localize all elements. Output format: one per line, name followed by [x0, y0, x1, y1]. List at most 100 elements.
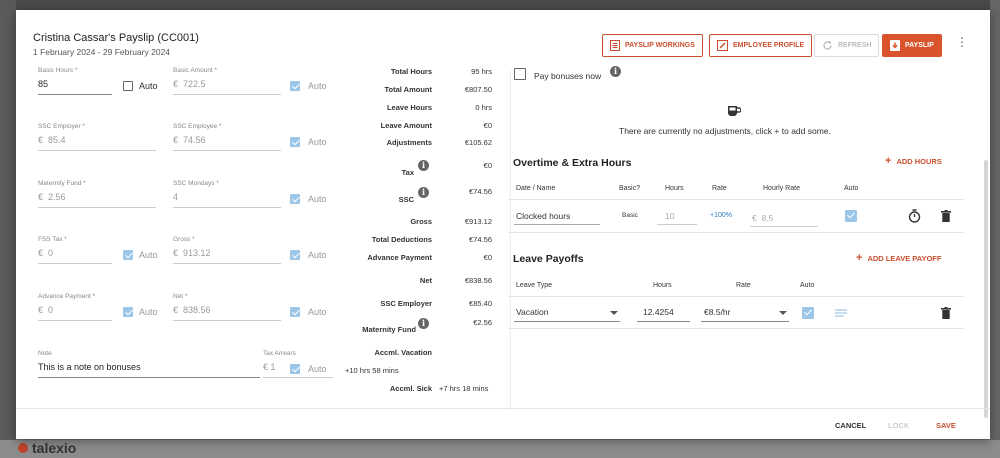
- summary-value: 0 hrs: [475, 103, 492, 112]
- tax-arrears-value: € 1: [263, 362, 276, 372]
- advance-payment-value: € 0: [38, 305, 54, 315]
- field-underline: [38, 94, 112, 95]
- summary-label: Leave Hours: [386, 103, 432, 112]
- summary-value: +10 hrs 58 mins: [345, 366, 399, 375]
- tax-arrears-auto-checkbox[interactable]: [290, 364, 300, 374]
- col-date-name: Date / Name: [516, 185, 556, 192]
- field-underline: [514, 224, 600, 225]
- col-leave-type: Leave Type: [516, 282, 553, 289]
- payslip-button[interactable]: PAYSLIP: [882, 34, 942, 57]
- overtime-name: Clocked hours: [516, 211, 571, 221]
- col-hours: Hours: [665, 185, 684, 192]
- row-divider: [508, 232, 964, 233]
- basic-amount-value: € 722.5: [173, 79, 206, 89]
- leave-payoffs-section-title: Leave Payoffs: [513, 253, 584, 265]
- ssc-mondays-auto-checkbox[interactable]: [290, 194, 300, 204]
- summary-value: €0: [483, 121, 492, 130]
- advance-payment-auto-label: Auto: [139, 307, 158, 317]
- tax-arrears-auto-label: Auto: [308, 364, 327, 374]
- delete-icon[interactable]: [941, 210, 951, 222]
- summary-label: Total Hours: [390, 67, 432, 76]
- ssc-info-icon[interactable]: i: [418, 187, 429, 198]
- pay-bonuses-checkbox[interactable]: [514, 68, 526, 80]
- overtime-hours: 10: [665, 211, 675, 221]
- col-hourly-rate: Hourly Rate: [763, 185, 800, 192]
- leave-type-value: Vacation: [516, 307, 549, 317]
- ssc-employer-label: SSC Employer *: [38, 123, 85, 130]
- field-underline: [38, 320, 112, 321]
- app-bottom-background: talexio: [0, 440, 1000, 458]
- summary-value: €85.40: [469, 299, 492, 308]
- col-basic: Basic?: [619, 185, 641, 192]
- maternity-fund-label: Maternity Fund *: [38, 180, 86, 187]
- summary-label: Total Deductions: [371, 235, 432, 244]
- gross-auto-label: Auto: [308, 250, 327, 260]
- cancel-button[interactable]: CANCEL: [835, 421, 866, 430]
- field-underline: [701, 321, 789, 322]
- logo-text: talexio: [32, 440, 77, 456]
- list-document-icon: [610, 40, 620, 51]
- delete-icon[interactable]: [941, 307, 951, 319]
- add-hours-button[interactable]: + ADD HOURS: [885, 155, 942, 167]
- basic-amount-auto-checkbox[interactable]: [290, 81, 300, 91]
- ssc-employee-auto-checkbox[interactable]: [290, 137, 300, 147]
- summary-value: €0: [483, 161, 492, 170]
- edit-icon: [717, 40, 728, 51]
- refresh-icon: [823, 40, 832, 50]
- summary-label: Leave Amount: [380, 121, 432, 130]
- app-right-background: [990, 0, 1000, 458]
- maternity-fund-value: € 2.56: [38, 192, 66, 202]
- basic-amount-auto-label: Auto: [308, 81, 327, 91]
- gross-label: Gross *: [173, 236, 195, 243]
- employee-profile-button[interactable]: EMPLOYEE PROFILE: [709, 34, 813, 57]
- timer-icon[interactable]: [908, 209, 921, 223]
- field-underline: [514, 321, 620, 322]
- field-underline: [38, 150, 156, 151]
- field-underline: [637, 321, 690, 322]
- add-leave-payoff-button[interactable]: + ADD LEAVE PAYOFF: [856, 252, 941, 264]
- more-options-icon[interactable]: ⋮: [956, 36, 968, 48]
- logo-mark-icon: [18, 443, 28, 453]
- summary-label: Accml. Sick: [389, 384, 432, 393]
- fss-tax-label: FSS Tax *: [38, 236, 67, 243]
- overtime-auto-checkbox[interactable]: [845, 210, 857, 222]
- net-value: € 838.56: [173, 305, 211, 315]
- table-header-divider: [508, 199, 964, 200]
- leave-hours-value[interactable]: 12.4254: [643, 307, 674, 317]
- gross-auto-checkbox[interactable]: [290, 250, 300, 260]
- overtime-section-title: Overtime & Extra Hours: [513, 157, 632, 169]
- refresh-button[interactable]: REFRESH: [814, 34, 880, 57]
- row-divider: [508, 328, 964, 329]
- lock-button[interactable]: LOCK: [888, 421, 909, 430]
- summary-value: €105.62: [464, 138, 492, 147]
- overtime-rate[interactable]: +100%: [710, 212, 732, 219]
- advance-payment-auto-checkbox[interactable]: [123, 307, 133, 317]
- summary-label: Maternity Fund: [362, 325, 416, 334]
- details-lines-icon[interactable]: [835, 309, 847, 317]
- col-leave-rate: Rate: [736, 282, 751, 289]
- leave-auto-checkbox[interactable]: [802, 307, 814, 319]
- tax-info-icon[interactable]: i: [418, 160, 429, 171]
- save-button[interactable]: SAVE: [936, 421, 956, 430]
- summary-value: €0: [483, 253, 492, 262]
- field-underline: [38, 263, 112, 264]
- summary-label: Total Amount: [384, 85, 433, 94]
- summary-value: €807.50: [464, 85, 492, 94]
- scrollbar[interactable]: [984, 160, 988, 418]
- net-auto-checkbox[interactable]: [290, 307, 300, 317]
- field-underline: [38, 377, 260, 378]
- talexio-logo: talexio: [18, 440, 76, 456]
- ssc-employee-auto-label: Auto: [308, 137, 327, 147]
- app-sidebar-background: [0, 0, 16, 458]
- payslip-workings-button[interactable]: PAYSLIP WORKINGS: [602, 34, 703, 57]
- add-leave-payoff-label: ADD LEAVE PAYOFF: [867, 254, 942, 263]
- ssc-employee-label: SSC Employee *: [173, 123, 222, 130]
- basic-hours-auto-checkbox[interactable]: [123, 81, 133, 91]
- payslip-workings-label: PAYSLIP WORKINGS: [625, 42, 695, 49]
- maternity-fund-info-icon[interactable]: i: [418, 318, 429, 329]
- fss-tax-auto-label: Auto: [139, 250, 158, 260]
- tax-arrears-label: Tax Arrears: [263, 350, 296, 357]
- fss-tax-auto-checkbox[interactable]: [123, 250, 133, 260]
- pay-bonuses-info-icon[interactable]: i: [610, 66, 621, 77]
- ssc-mondays-auto-label: Auto: [308, 194, 327, 204]
